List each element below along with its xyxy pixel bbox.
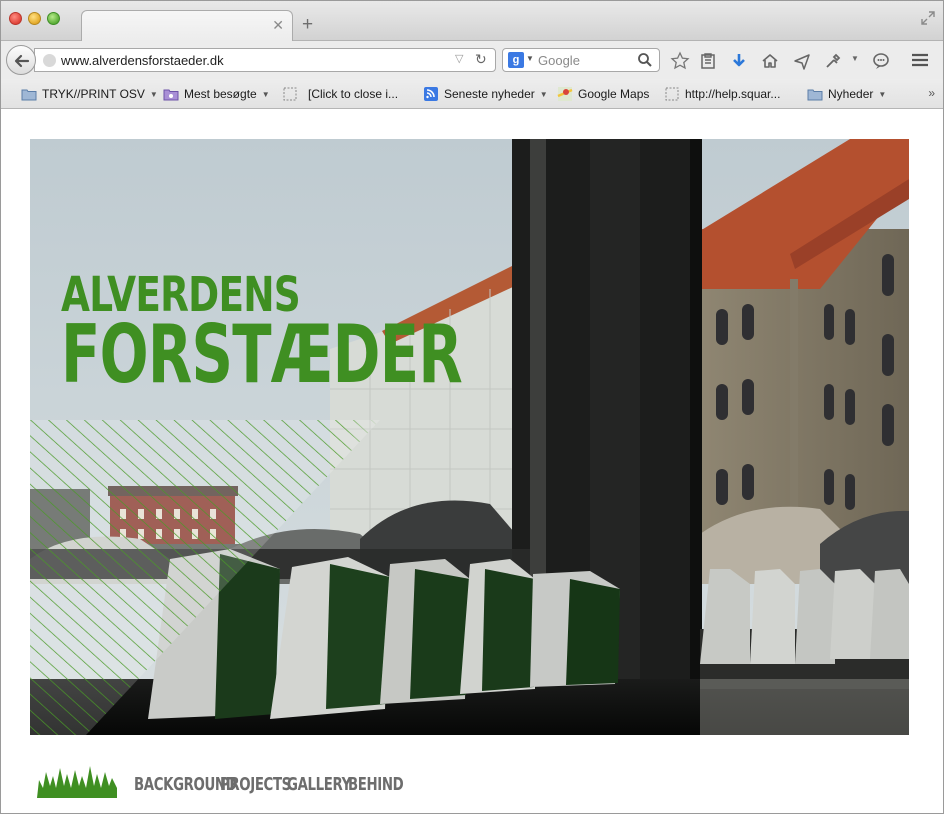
page-content: ALVERDENS FORSTÆDER BACKGROUND PROJECTS … <box>1 110 943 813</box>
minimize-window-button[interactable] <box>28 12 41 25</box>
bookmark-label: http://help.squar... <box>685 87 781 101</box>
bookmark-google-maps[interactable]: Google Maps <box>557 85 649 103</box>
downloads-icon[interactable] <box>729 51 749 71</box>
browser-tab[interactable]: ✕ <box>81 10 293 42</box>
search-bar[interactable]: g ▼ Google <box>502 48 660 72</box>
browser-window: ✕ + www.alverdensforstaeder.dk ▽ ↻ g ▼ G… <box>0 0 944 814</box>
main-menu: BACKGROUND PROJECTS GALLERY BEHIND <box>134 774 404 795</box>
reload-icon[interactable]: ↻ <box>475 51 487 68</box>
bookmark-label: [Click to close i... <box>308 87 399 101</box>
navigation-toolbar: www.alverdensforstaeder.dk ▽ ↻ g ▼ Googl… <box>1 41 943 79</box>
bookmark-label: Google Maps <box>578 87 650 101</box>
bookmarks-overflow-icon[interactable]: » <box>928 86 935 100</box>
chevron-down-icon: ▼ <box>878 89 887 99</box>
address-bar[interactable]: www.alverdensforstaeder.dk ▽ ↻ <box>34 48 496 72</box>
back-button[interactable] <box>6 45 36 75</box>
back-arrow-icon <box>14 54 30 68</box>
folder-icon <box>21 89 37 101</box>
folder-icon <box>807 89 823 101</box>
nav-behind-link[interactable]: BEHIND <box>348 774 404 795</box>
maps-icon <box>557 87 573 101</box>
new-tab-button[interactable]: + <box>302 15 313 35</box>
bookmark-nyheder[interactable]: Nyheder ▼ <box>807 85 886 103</box>
chevron-down-icon: ▼ <box>149 89 158 99</box>
grass-logo-icon[interactable] <box>37 758 117 798</box>
zoom-window-button[interactable] <box>47 12 60 25</box>
bookmark-label: TRYK//PRINT OSV <box>42 87 145 101</box>
home-icon[interactable] <box>760 51 780 71</box>
chat-icon[interactable] <box>871 51 891 71</box>
menu-hamburger-icon[interactable] <box>905 49 935 71</box>
brand-line-2: FORSTÆDER <box>61 308 463 401</box>
bookmark-mest-besogte[interactable]: Mest besøgte ▼ <box>163 85 270 103</box>
chevron-down-icon: ▼ <box>261 89 270 99</box>
diagonal-hatch-overlay <box>30 420 410 735</box>
bookmark-tryk-print[interactable]: TRYK//PRINT OSV ▼ <box>21 85 158 103</box>
nav-projects-link[interactable]: PROJECTS <box>220 774 291 795</box>
bookmark-label: Seneste nyheder <box>444 87 535 101</box>
rss-icon <box>424 87 438 101</box>
nav-gallery-link[interactable]: GALLERY <box>287 774 351 795</box>
page-icon <box>665 87 679 101</box>
bookmark-label: Mest besøgte <box>184 87 257 101</box>
tab-close-icon[interactable]: ✕ <box>272 17 284 33</box>
bookmarks-menu-icon[interactable] <box>698 51 718 71</box>
search-icon[interactable] <box>637 52 653 68</box>
smart-folder-icon <box>163 89 179 101</box>
search-engine-dropdown-icon[interactable]: ▼ <box>526 54 534 63</box>
fullscreen-icon[interactable] <box>921 11 935 25</box>
hero-photo <box>30 139 909 735</box>
page-icon <box>283 87 297 101</box>
eyedropper-icon[interactable] <box>823 51 843 71</box>
address-text[interactable]: www.alverdensforstaeder.dk <box>61 53 224 68</box>
bookmark-help-square[interactable]: http://help.squar... <box>664 85 780 103</box>
close-window-button[interactable] <box>9 12 22 25</box>
share-send-icon[interactable] <box>792 51 812 71</box>
history-dropdown-icon[interactable]: ▽ <box>455 52 463 65</box>
bookmark-label: Nyheder <box>828 87 874 101</box>
search-input[interactable]: Google <box>538 53 580 68</box>
site-footer-nav: BACKGROUND PROJECTS GALLERY BEHIND <box>1 750 943 810</box>
site-identity-icon[interactable] <box>43 54 56 67</box>
tab-bar: ✕ + <box>1 1 943 42</box>
search-engine-icon[interactable]: g <box>508 52 524 68</box>
bookmark-seneste-nyheder[interactable]: Seneste nyheder ▼ <box>423 85 548 103</box>
eyedropper-dropdown-icon[interactable]: ▼ <box>851 54 859 63</box>
bookmark-click-to-close[interactable]: [Click to close i... <box>282 85 398 103</box>
chevron-down-icon: ▼ <box>539 89 548 99</box>
bookmark-star-icon[interactable] <box>670 51 690 71</box>
site-logo-title[interactable]: ALVERDENS FORSTÆDER <box>61 271 618 395</box>
bookmarks-toolbar: TRYK//PRINT OSV ▼ Mest besøgte ▼ [Click … <box>1 79 943 109</box>
